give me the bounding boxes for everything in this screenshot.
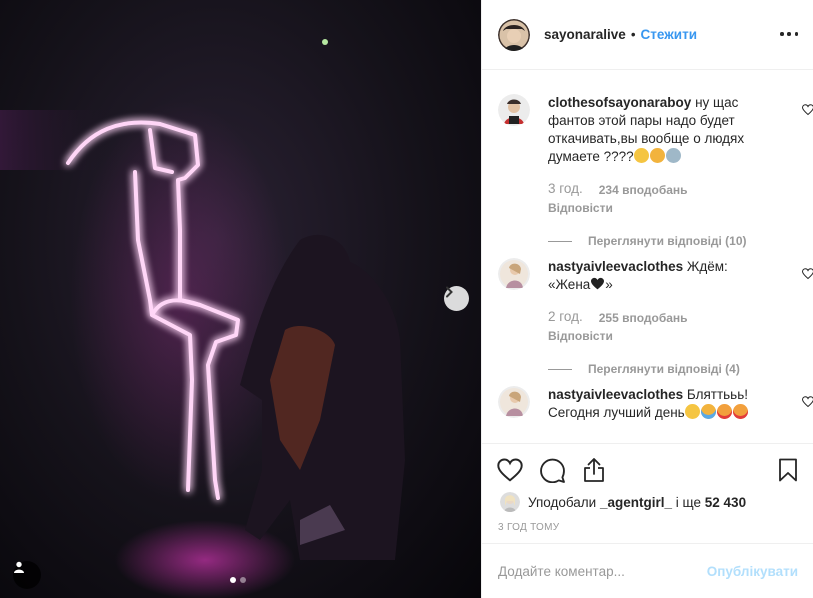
share-button[interactable]	[580, 456, 608, 484]
neon-arcade-photo	[0, 39, 405, 598]
divider-line	[548, 240, 572, 242]
add-comment-bar: Опублікувати	[482, 543, 813, 598]
like-comment-heart-icon[interactable]	[802, 104, 813, 116]
comment-input[interactable]	[498, 563, 707, 579]
comment-meta: 2 год. 255 вподобань	[548, 308, 763, 327]
comment-time[interactable]: 2 год.	[548, 308, 583, 327]
separator-dot: •	[630, 27, 636, 42]
comment-likes[interactable]: 255 вподобань	[599, 309, 688, 327]
comment-button[interactable]	[538, 456, 566, 484]
like-comment-heart-icon[interactable]	[802, 268, 813, 280]
more-options-icon[interactable]	[780, 25, 798, 43]
like-button[interactable]	[496, 456, 524, 484]
comments-list[interactable]: clothesofsayonaraboy ну щас фантов этой …	[482, 70, 813, 443]
liker-avatar[interactable]	[500, 492, 520, 512]
next-photo-button[interactable]	[444, 286, 469, 311]
chevron-right-icon	[446, 286, 453, 298]
commenter-avatar[interactable]	[498, 94, 530, 126]
author-username[interactable]: sayonaralive	[544, 27, 626, 42]
reply-button[interactable]: Відповісти	[548, 199, 763, 217]
comment-meta: 3 год. 234 вподобань	[548, 180, 763, 199]
tagged-users-button[interactable]	[13, 561, 41, 589]
speech-bubble-icon	[539, 458, 565, 483]
likes-prefix: Уподобали	[528, 494, 597, 510]
carousel-dot-active	[230, 577, 236, 583]
view-replies-label: Переглянути відповіді (10)	[588, 234, 747, 248]
view-replies-label: Переглянути відповіді (4)	[588, 362, 740, 376]
view-replies-button[interactable]: Переглянути відповіді (10)	[548, 232, 763, 250]
post-photo[interactable]	[0, 0, 481, 598]
post-timestamp[interactable]: 3 ГОД ТОМУ	[498, 522, 559, 533]
post-actions: Уподобали _agentgirl_ і ще 52 430 3 ГОД …	[482, 443, 813, 543]
like-comment-heart-icon[interactable]	[802, 396, 813, 408]
reply-button[interactable]: Відповісти	[548, 327, 763, 345]
divider-line	[548, 368, 572, 370]
comment-likes[interactable]: 234 вподобань	[599, 181, 688, 199]
comment-body: nastyaivleevaclothes Ждём: «Жена» 2 год.…	[548, 258, 763, 378]
likes-count[interactable]: 52 430	[705, 495, 746, 510]
save-button[interactable]	[774, 456, 802, 484]
commenter-avatar[interactable]	[498, 258, 530, 290]
comment-text-end: »	[605, 277, 613, 292]
confused-face-emoji	[633, 148, 649, 163]
commenter-avatar[interactable]	[498, 386, 530, 418]
share-icon	[584, 458, 604, 482]
post-sidebar: sayonaralive • Стежити clothesofsayonara…	[481, 0, 813, 598]
likes-summary: Уподобали _agentgirl_ і ще 52 430	[500, 492, 746, 512]
post-header: sayonaralive • Стежити	[482, 0, 813, 70]
follow-button[interactable]: Стежити	[641, 27, 697, 42]
view-replies-button[interactable]: Переглянути відповіді (4)	[548, 360, 763, 378]
comment-time[interactable]: 3 год.	[548, 180, 583, 199]
heart-eyes-cat-emoji	[716, 404, 732, 419]
liker-username[interactable]: _agentgirl_	[600, 495, 672, 510]
likes-middle: і ще	[675, 494, 702, 510]
anxious-face-emoji	[665, 148, 681, 163]
heart-icon	[497, 458, 523, 482]
carousel-indicator	[230, 577, 246, 583]
frowning-face-emoji	[649, 148, 665, 163]
heart-eyes-cat-emoji	[732, 404, 748, 419]
publish-button[interactable]: Опублікувати	[707, 564, 798, 579]
carousel-dot	[240, 577, 246, 583]
bookmark-icon	[779, 458, 797, 482]
comment-username[interactable]: clothesofsayonaraboy	[548, 95, 691, 110]
author-avatar[interactable]	[498, 18, 530, 51]
crying-face-emoji	[700, 404, 716, 419]
comment-username[interactable]: nastyaivleevaclothes	[548, 259, 683, 274]
comment-body: nastyaivleevaclothes Бляттььь! Сегодня л…	[548, 386, 763, 422]
comment-username[interactable]: nastyaivleevaclothes	[548, 387, 683, 402]
black-heart-emoji	[591, 277, 605, 290]
user-icon	[14, 561, 24, 573]
comment-body: clothesofsayonaraboy ну щас фантов этой …	[548, 94, 763, 250]
smiling-face-emoji	[684, 404, 700, 419]
